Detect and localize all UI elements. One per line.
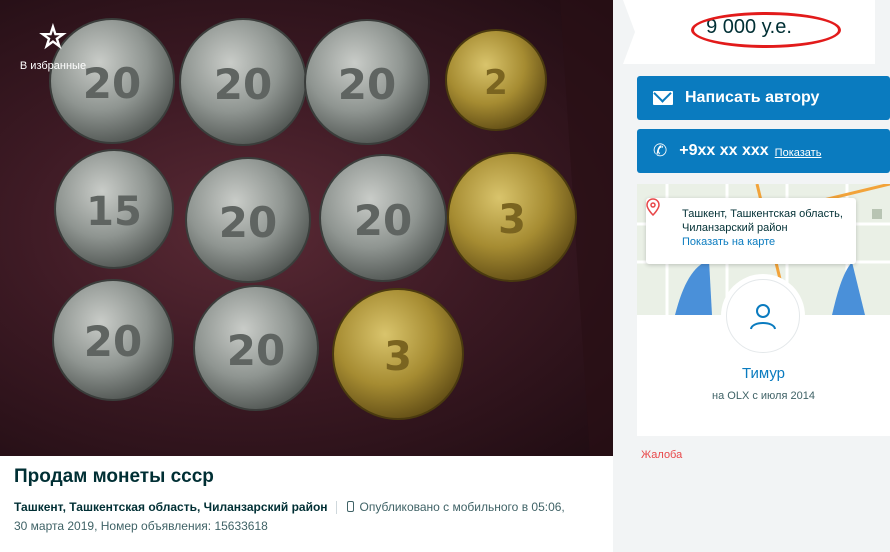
price-highlight-circle (691, 12, 841, 48)
svg-text:20: 20 (338, 60, 396, 109)
envelope-icon (653, 91, 673, 105)
svg-text:15: 15 (86, 189, 142, 235)
svg-text:20: 20 (354, 196, 412, 245)
coin: 20 (319, 154, 447, 282)
show-phone-link[interactable]: Показать (775, 147, 822, 159)
coin: 2 (445, 29, 547, 131)
map-location-text: Ташкент, Ташкентская область, Чиланзарск… (682, 208, 843, 234)
phone-icon: ✆ (653, 141, 668, 161)
coin: 3 (447, 152, 577, 282)
svg-text:20: 20 (219, 198, 277, 247)
message-author-label: Написать автору (685, 89, 820, 106)
map-pin-icon (646, 198, 660, 216)
coin: 20 (304, 19, 430, 145)
show-on-map-link[interactable]: Показать на карте (682, 236, 856, 248)
ad-photo[interactable]: 20 20 20 2 15 20 20 3 20 20 3 ☆ В избран… (0, 0, 613, 456)
message-author-button[interactable]: Написать автору (637, 76, 890, 120)
show-phone-button[interactable]: ✆ +9xx xx xxx Показать (637, 129, 890, 173)
seller-avatar[interactable] (726, 279, 800, 353)
published-date-and-ad-number: 30 марта 2019, Номер объявления: 1563361… (14, 519, 268, 533)
seller-name[interactable]: Тимур (637, 365, 890, 382)
published-text: Опубликовано с мобильного (359, 500, 519, 514)
user-icon (750, 304, 776, 330)
ad-page: 20 20 20 2 15 20 20 3 20 20 3 ☆ В избран… (0, 0, 890, 552)
ad-title-card: Продам монеты ссср Ташкент, Ташкентская … (0, 456, 613, 552)
coin: 20 (193, 285, 319, 411)
report-link[interactable]: Жалоба (641, 449, 682, 461)
add-to-favorites[interactable]: ☆ В избранные (8, 20, 98, 72)
star-outline-icon: ☆ (39, 20, 67, 55)
phone-number: +9xx xx xxx (679, 142, 769, 159)
ad-title: Продам монеты ссср (14, 466, 214, 487)
coin: 20 (52, 279, 174, 401)
seller-member-since: на OLX с июля 2014 (712, 390, 815, 402)
ad-location: Ташкент, Ташкентская область, Чиланзарск… (14, 500, 328, 514)
price-box: 9 000 у.е. (623, 0, 875, 64)
ad-main-column: 20 20 20 2 15 20 20 3 20 20 3 ☆ В избран… (0, 0, 613, 552)
svg-text:2: 2 (484, 63, 508, 103)
published-time: в 05:06, (521, 500, 565, 514)
coin: 20 (179, 18, 307, 146)
location-popup: Ташкент, Ташкентская область, Чиланзарск… (646, 198, 856, 264)
mobile-icon (346, 501, 354, 512)
svg-text:20: 20 (84, 317, 142, 366)
coin: 15 (54, 149, 174, 269)
seller-card: Ташкент, Ташкентская область, Чиланзарск… (637, 184, 890, 436)
meta-divider (335, 501, 337, 515)
svg-text:3: 3 (498, 197, 526, 243)
svg-text:20: 20 (227, 326, 285, 375)
svg-text:3: 3 (384, 334, 412, 380)
coin: 3 (332, 288, 464, 420)
ad-meta: Ташкент, Ташкентская область, Чиланзарск… (14, 498, 599, 536)
favorites-label: В избранные (19, 60, 87, 72)
coin: 20 (185, 157, 311, 283)
svg-text:20: 20 (214, 60, 272, 109)
ad-sidebar: 9 000 у.е. Написать автору ✆ +9xx xx xxx… (613, 0, 890, 552)
